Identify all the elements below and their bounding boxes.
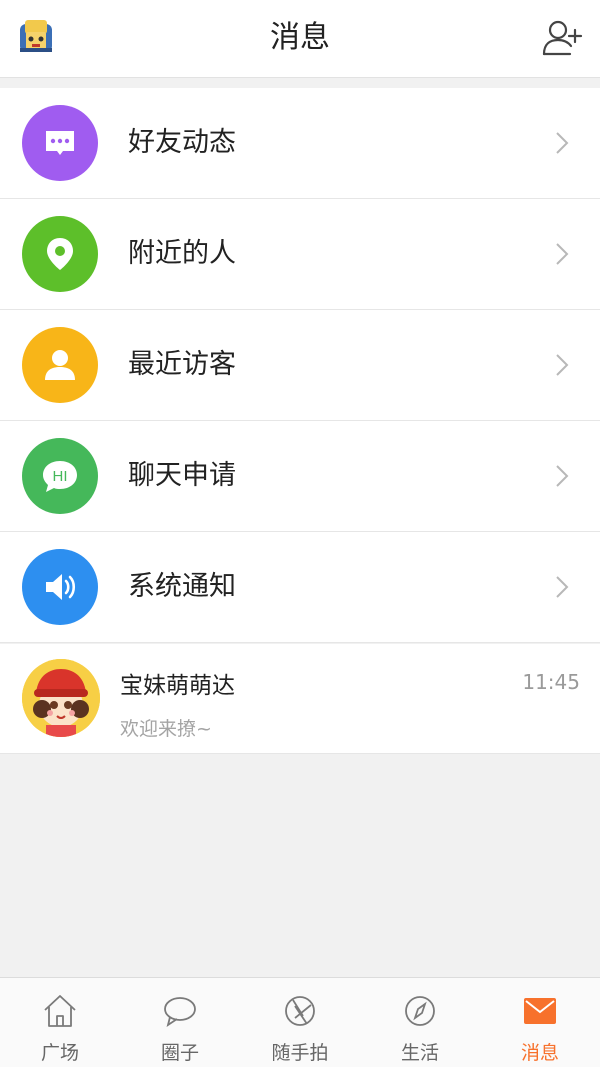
chevron-right-icon <box>554 352 570 378</box>
menu-item-recent-visitors[interactable]: 最近访客 <box>0 310 600 421</box>
aperture-icon <box>281 992 319 1030</box>
person-icon <box>22 327 98 403</box>
tab-label: 消息 <box>520 1042 559 1064</box>
chevron-right-icon <box>554 574 570 600</box>
menu-item-label: 系统通知 <box>128 571 236 602</box>
bottom-tab-bar: 广场 圈子 随手拍 生活 消息 <box>0 977 600 1067</box>
home-icon <box>41 992 79 1030</box>
menu-item-chat-requests[interactable]: HI 聊天申请 <box>0 421 600 532</box>
chevron-right-icon <box>554 463 570 489</box>
menu-item-nearby-people[interactable]: 附近的人 <box>0 199 600 310</box>
page-title: 消息 <box>270 20 330 55</box>
tab-label: 圈子 <box>160 1042 199 1064</box>
contact-name: 宝妹萌萌达 <box>120 673 235 699</box>
tab-circle[interactable]: 圈子 <box>120 978 240 1067</box>
speaker-icon <box>22 549 98 625</box>
tab-label: 随手拍 <box>271 1042 329 1064</box>
location-pin-icon <box>22 216 98 292</box>
message-preview: 欢迎来撩~ <box>120 718 212 740</box>
tab-messages[interactable]: 消息 <box>480 978 600 1067</box>
svg-text:HI: HI <box>53 468 68 485</box>
tab-square[interactable]: 广场 <box>0 978 120 1067</box>
mail-icon <box>521 992 559 1030</box>
menu-item-label: 好友动态 <box>128 127 236 158</box>
menu-item-label: 聊天申请 <box>128 460 236 491</box>
add-friend-icon[interactable] <box>540 16 586 60</box>
tab-snapshot[interactable]: 随手拍 <box>240 978 360 1067</box>
menu-item-friend-updates[interactable]: 好友动态 <box>0 88 600 199</box>
chat-bubble-icon <box>22 105 98 181</box>
tab-label: 生活 <box>400 1042 439 1064</box>
menu-item-system-notice[interactable]: 系统通知 <box>0 532 600 643</box>
menu-item-label: 附近的人 <box>128 238 236 269</box>
top-bar: 消息 <box>0 0 600 78</box>
tab-life[interactable]: 生活 <box>360 978 480 1067</box>
feature-menu: 好友动态 附近的人 最近访客 HI 聊天申请 系统通知 <box>0 88 600 643</box>
message-time: 11:45 <box>522 670 580 694</box>
contact-avatar <box>22 659 100 737</box>
compass-icon <box>401 992 439 1030</box>
menu-item-label: 最近访客 <box>128 349 236 380</box>
chat-icon <box>161 992 199 1030</box>
chevron-right-icon <box>554 130 570 156</box>
conversation-item[interactable]: 宝妹萌萌达 11:45 欢迎来撩~ <box>0 644 600 754</box>
tab-label: 广场 <box>40 1042 79 1064</box>
hi-bubble-icon: HI <box>22 438 98 514</box>
chevron-right-icon <box>554 241 570 267</box>
